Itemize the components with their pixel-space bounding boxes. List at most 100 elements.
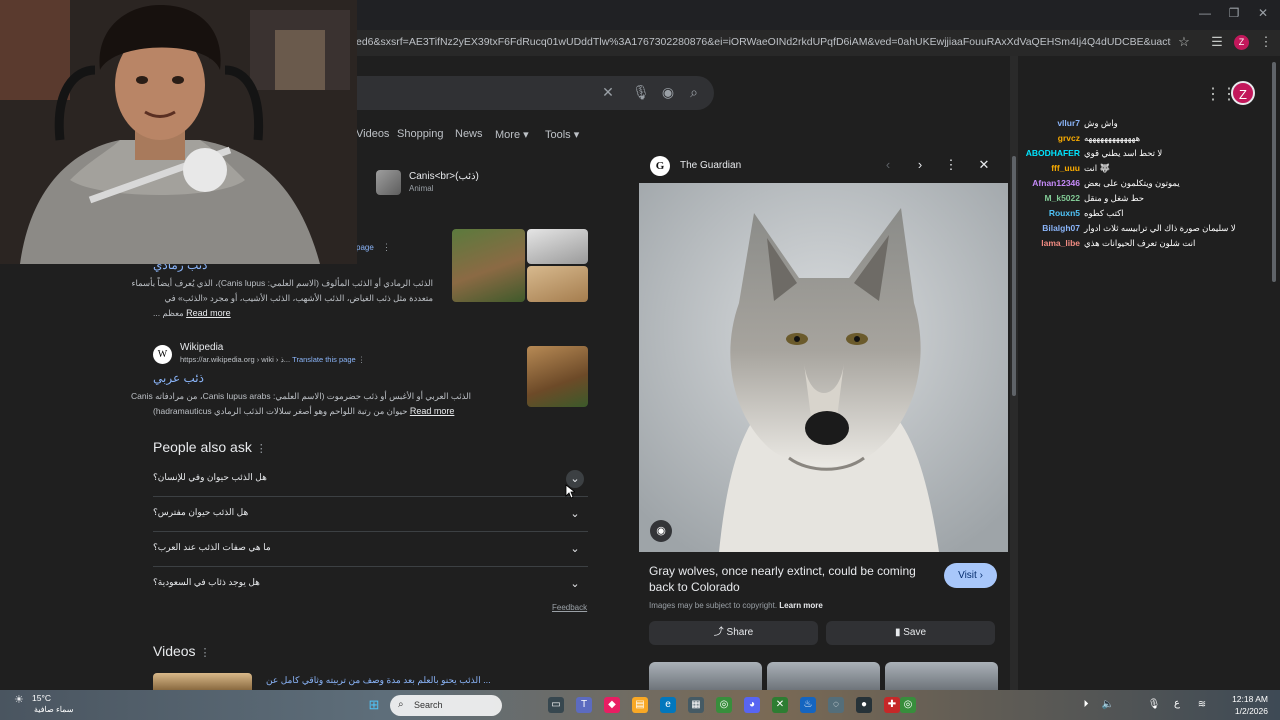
image-source[interactable]: The Guardian bbox=[680, 160, 741, 171]
windows-taskbar: ☀ 15°C سماء صافية ⊞ Search ⌕ ▭ T ◆ ▤ e ▦… bbox=[0, 690, 1280, 720]
result-title-link[interactable]: ذئب عربي bbox=[153, 371, 204, 385]
tab-search-icon[interactable]: ☰ bbox=[1208, 34, 1226, 50]
result-menu-icon[interactable]: ⋮ bbox=[358, 355, 366, 364]
xbox-icon[interactable]: ✕ bbox=[772, 697, 788, 713]
paa-question[interactable]: ما هي صفات الذئب عند العرب؟ ⌄ bbox=[153, 532, 588, 567]
account-avatar[interactable]: Z bbox=[1231, 81, 1255, 105]
minimize-icon[interactable]: — bbox=[1197, 6, 1213, 20]
edge-icon[interactable]: e bbox=[660, 697, 676, 713]
clear-search-icon[interactable]: ✕ bbox=[599, 84, 617, 101]
chat-message: vllur7 واش وش bbox=[1012, 118, 1270, 133]
result-image[interactable] bbox=[527, 229, 588, 264]
page-scrollbar[interactable] bbox=[1270, 56, 1278, 690]
steam-icon[interactable]: ♨ bbox=[800, 697, 816, 713]
video-thumbnail[interactable] bbox=[153, 673, 252, 690]
result-image[interactable] bbox=[527, 346, 588, 407]
related-image[interactable] bbox=[885, 662, 998, 690]
next-image-icon[interactable]: › bbox=[912, 157, 928, 172]
read-more-link[interactable]: Read more bbox=[186, 308, 231, 318]
system-clock[interactable]: 12:18 AM 1/2/2026 bbox=[1224, 693, 1268, 717]
lens-search-icon[interactable]: ◉ bbox=[659, 84, 677, 101]
language-indicator[interactable]: ع bbox=[1174, 698, 1180, 709]
tab-tools[interactable]: Tools ▾ bbox=[545, 128, 579, 141]
chat-username[interactable]: grvcz bbox=[1058, 133, 1080, 143]
tab-shopping[interactable]: Shopping bbox=[397, 128, 444, 140]
related-image[interactable] bbox=[767, 662, 880, 690]
chat-username[interactable]: Afnan12346 bbox=[1032, 178, 1080, 188]
more-options-icon[interactable]: ⋮ bbox=[943, 157, 959, 173]
paa-question[interactable]: هل الذئب حيوان مفترس؟ ⌄ bbox=[153, 497, 588, 532]
knowledge-chip-subtitle: Animal bbox=[409, 184, 434, 193]
result-image[interactable] bbox=[527, 266, 588, 302]
teams-icon[interactable]: T bbox=[576, 697, 592, 713]
chat-text: انت شلون تعرف الحيوانات هذي bbox=[1084, 238, 1196, 248]
knowledge-chip-thumbnail bbox=[376, 170, 401, 195]
microphone-icon[interactable]: 🎙 bbox=[1146, 697, 1162, 713]
save-button[interactable]: ▮ Save bbox=[826, 621, 995, 645]
visit-button[interactable]: Visit › bbox=[944, 563, 997, 588]
close-window-icon[interactable]: ✕ bbox=[1255, 6, 1271, 20]
share-button[interactable]: ⤴ Share bbox=[649, 621, 818, 645]
knowledge-chip[interactable]: Canis<br>(ذئب) Animal bbox=[372, 168, 482, 198]
image-headline[interactable]: Gray wolves, once nearly extinct, could … bbox=[649, 563, 939, 595]
chat-username[interactable]: Bilalgh07 bbox=[1042, 223, 1080, 233]
app-icon[interactable]: ◌ bbox=[828, 697, 844, 713]
more-options-icon[interactable]: ⋮ bbox=[199, 647, 210, 659]
paa-question[interactable]: هل يوجد ذئاب في السعودية؟ ⌄ bbox=[153, 567, 588, 602]
url-field[interactable]: ed6&sxsrf=AE3TifNz2yEX39txF6FdRucq01wUDd… bbox=[356, 36, 1171, 48]
tab-videos[interactable]: Videos bbox=[356, 128, 389, 140]
translate-link[interactable]: Translate this page bbox=[292, 355, 356, 364]
chrome-icon[interactable]: ◎ bbox=[716, 697, 732, 713]
maximize-icon[interactable]: ❐ bbox=[1226, 6, 1242, 20]
tab-more[interactable]: More ▾ bbox=[495, 128, 529, 141]
wifi-icon[interactable]: ≋ bbox=[1194, 697, 1210, 713]
translate-link[interactable]: page bbox=[356, 243, 374, 252]
close-icon[interactable]: ✕ bbox=[976, 157, 992, 173]
obs-icon[interactable]: ● bbox=[856, 697, 872, 713]
chat-username[interactable]: vllur7 bbox=[1057, 118, 1080, 128]
previous-image-icon[interactable]: ‹ bbox=[880, 157, 896, 172]
volume-icon[interactable]: 🔈 bbox=[1100, 697, 1116, 713]
webcam-overlay bbox=[0, 0, 357, 264]
chat-username[interactable]: lama_libe bbox=[1041, 238, 1080, 248]
weather-icon[interactable]: ☀ bbox=[14, 693, 24, 706]
guardian-logo-icon: G bbox=[650, 156, 670, 176]
videos-section-title: Videos ⋮ bbox=[153, 643, 211, 659]
related-image[interactable] bbox=[649, 662, 762, 690]
share-icon: ⤴ bbox=[713, 627, 724, 638]
feedback-link[interactable]: Feedback bbox=[552, 603, 587, 612]
read-more-link[interactable]: Read more bbox=[410, 406, 455, 416]
store-icon[interactable]: ▦ bbox=[688, 697, 704, 713]
file-explorer-icon[interactable]: ▤ bbox=[632, 697, 648, 713]
voice-search-icon[interactable]: 🎙 bbox=[632, 84, 650, 101]
chevron-down-icon[interactable]: ⌄ bbox=[566, 540, 584, 558]
taskbar-search[interactable]: Search bbox=[390, 695, 502, 716]
browser-menu-icon[interactable]: ⋮ bbox=[1257, 34, 1275, 50]
app-icon[interactable]: ◆ bbox=[604, 697, 620, 713]
lens-search-icon[interactable]: ◉ bbox=[650, 520, 672, 542]
search-icon[interactable]: ⌕ bbox=[685, 84, 703, 101]
video-title-link[interactable]: الذئب يحنو بالعلم بعد مدة وصف من تربيته … bbox=[266, 675, 491, 686]
app-icon[interactable]: ✚ bbox=[884, 697, 900, 713]
discord-icon[interactable]: ◕ bbox=[744, 697, 760, 713]
chat-username[interactable]: ABODHAFER bbox=[1026, 148, 1080, 158]
chevron-down-icon[interactable]: ⌄ bbox=[566, 575, 584, 593]
chrome-icon[interactable]: ◎ bbox=[900, 697, 916, 713]
chat-username[interactable]: Rouxn5 bbox=[1049, 208, 1080, 218]
learn-more-link[interactable]: Learn more bbox=[779, 601, 823, 610]
search-input[interactable]: ✕ 🎙 ◉ ⌕ bbox=[330, 76, 714, 110]
media-icon[interactable]: ⏵ bbox=[1078, 697, 1094, 713]
start-menu-icon[interactable]: ⊞ bbox=[366, 697, 382, 713]
bookmark-star-icon[interactable]: ☆ bbox=[1175, 34, 1193, 50]
more-options-icon[interactable]: ⋮ bbox=[256, 443, 267, 455]
result-menu-icon[interactable]: ⋮ bbox=[382, 242, 391, 253]
chevron-down-icon[interactable]: ⌄ bbox=[566, 505, 584, 523]
wolf-image[interactable] bbox=[639, 183, 1008, 552]
chat-username[interactable]: fff_uuu bbox=[1051, 163, 1080, 173]
result-image[interactable] bbox=[452, 229, 525, 302]
browser-profile-avatar[interactable]: Z bbox=[1234, 35, 1249, 50]
task-view-icon[interactable]: ▭ bbox=[548, 697, 564, 713]
paa-question[interactable]: هل الذئب حيوان وفي للإنسان؟ ⌄ bbox=[153, 462, 588, 497]
chat-username[interactable]: M_k5022 bbox=[1045, 193, 1080, 203]
tab-news[interactable]: News bbox=[455, 128, 483, 140]
